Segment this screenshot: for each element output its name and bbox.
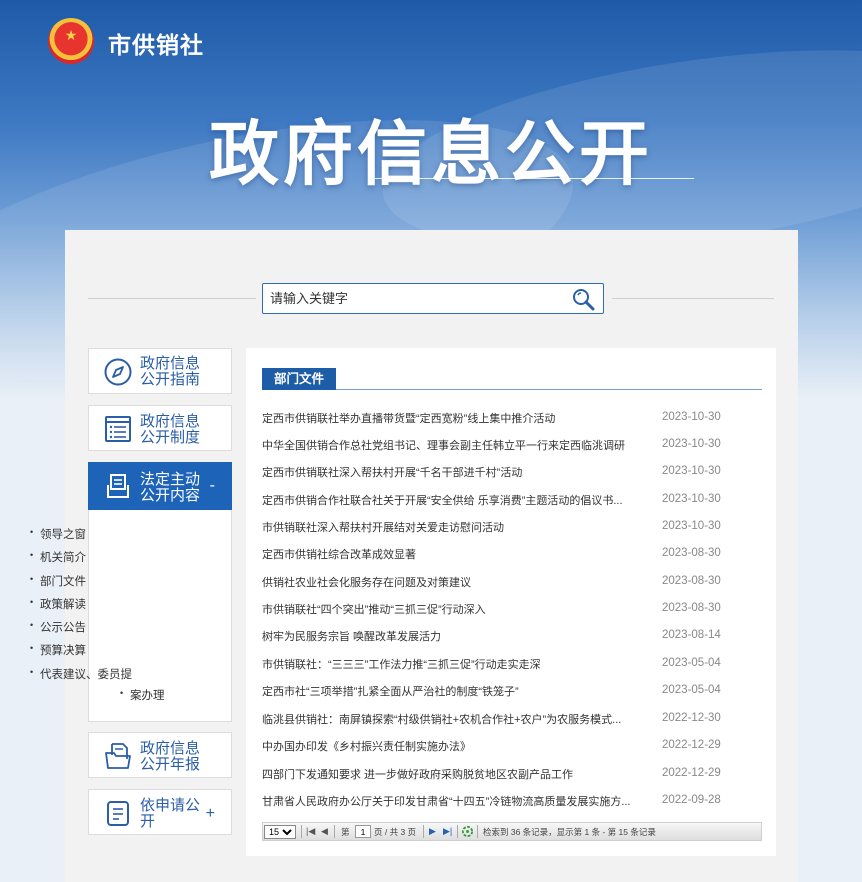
article-date: 2023-08-30 <box>662 547 721 559</box>
nav-label: 公开内容 <box>140 487 201 504</box>
article-date: 2023-05-04 <box>662 684 721 696</box>
nav-label: 依申请公 <box>140 797 201 814</box>
article-title[interactable]: 树牢为民服务宗旨 唤醒改革发展活力 <box>262 628 634 644</box>
article-date: 2022-09-28 <box>662 794 721 806</box>
article-date: 2022-12-30 <box>662 712 721 724</box>
next-page-icon[interactable]: ▶ <box>429 826 436 837</box>
expand-icon[interactable]: + <box>206 805 215 823</box>
nav-label: 公开指南 <box>140 371 201 388</box>
sub-item-dept-docs[interactable]: 部门文件 <box>30 573 86 589</box>
pager-separator <box>477 825 478 838</box>
article-title[interactable]: 定西市供销合作社联合社关于开展“安全供给 乐享消费”主题活动的倡议书... <box>262 492 634 508</box>
article-date: 2023-05-04 <box>662 657 721 669</box>
pager-separator <box>457 825 458 838</box>
site-name: 市供销社 <box>108 32 204 58</box>
sub-item-leadership[interactable]: 领导之窗 <box>30 526 86 542</box>
envelope-document-icon <box>107 474 129 498</box>
pager-separator <box>301 825 302 838</box>
article-title[interactable]: 市供销联社：“三三三”工作法力推“三抓三促”行动走实走深 <box>262 656 634 672</box>
first-page-icon[interactable]: |◀ <box>306 826 315 837</box>
section-title: 部门文件 <box>262 368 336 390</box>
nav-label: 公开制度 <box>140 429 201 446</box>
article-date: 2022-12-29 <box>662 739 721 751</box>
nav-label: 开 <box>140 813 156 830</box>
nav-label: 法定主动 <box>140 471 201 488</box>
article-date: 2023-08-14 <box>662 629 721 641</box>
folder-document-icon <box>105 743 131 769</box>
sub-item-proposals[interactable]: 代表建议、委员提 <box>30 666 132 682</box>
article-title[interactable]: 临洮县供销社：南屏镇探索“村级供销社+农机合作社+农户”为农服务模式... <box>262 711 634 727</box>
section-divider <box>262 389 762 390</box>
article-title[interactable]: 中办国办印发《乡村振兴责任制实施办法》 <box>262 738 634 754</box>
prev-page-icon[interactable]: ◀ <box>321 826 328 837</box>
last-page-icon[interactable]: ▶| <box>443 826 452 837</box>
clipboard-icon <box>107 801 129 826</box>
nav-label: 政府信息 <box>140 740 201 757</box>
pagination-bar: 15 |◀ ◀ 第 页 / 共 3 页 ▶ ▶| 检索到 36 条记录，显示第 … <box>262 822 762 841</box>
page-label: 第 <box>341 827 350 837</box>
search-divider-right <box>612 298 774 299</box>
nav-label: 公开年报 <box>140 756 201 773</box>
sub-item-proposals-cont[interactable]: 案办理 <box>120 687 164 703</box>
article-date: 2023-10-30 <box>662 465 721 477</box>
article-title[interactable]: 定西市社“三项举措”扎紧全面从严治社的制度“铁笼子” <box>262 683 634 699</box>
hero-title: 政府信息公开 <box>209 115 653 193</box>
article-date: 2023-08-30 <box>662 575 721 587</box>
search-icon[interactable] <box>571 287 595 311</box>
sub-item-announcements[interactable]: 公示公告 <box>30 619 86 635</box>
document-list-icon <box>105 416 131 442</box>
nav-apply-disclosure[interactable]: 依申请公 开 + <box>88 789 232 835</box>
article-title[interactable]: 定西市供销社综合改革成效显著 <box>262 546 634 562</box>
article-title[interactable]: 供销社农业社会化服务存在问题及对策建议 <box>262 574 634 590</box>
hero-divider <box>368 178 694 179</box>
article-date: 2023-10-30 <box>662 411 721 423</box>
nav-statutory-disclosure[interactable]: 法定主动 公开内容 - <box>88 462 232 510</box>
article-title[interactable]: 中华全国供销合作总社党组书记、理事会副主任韩立平一行来定西临洮调研 <box>262 437 634 453</box>
page-size-select[interactable]: 15 <box>264 825 296 839</box>
article-title[interactable]: 市供销联社“四个突出”推动“三抓三促”行动深入 <box>262 601 634 617</box>
compass-icon <box>104 358 132 386</box>
article-title[interactable]: 定西市供销联社深入帮扶村开展“千名干部进千村”活动 <box>262 464 634 480</box>
article-date: 2023-10-30 <box>662 520 721 532</box>
nav-label: 政府信息 <box>140 355 201 372</box>
page-number-input[interactable] <box>355 825 371 838</box>
article-title[interactable]: 市供销联社深入帮扶村开展结对关爱走访慰问活动 <box>262 519 634 535</box>
article-date: 2023-08-30 <box>662 602 721 614</box>
article-title[interactable]: 四部门下发通知要求 进一步做好政府采购脱贫地区农副产品工作 <box>262 766 634 782</box>
sub-item-policy-interpretation[interactable]: 政策解读 <box>30 596 86 612</box>
search-box <box>262 283 604 314</box>
record-status: 检索到 36 条记录，显示第 1 条 - 第 15 条记录 <box>483 827 656 837</box>
nav-annual-report[interactable]: 政府信息 公开年报 <box>88 732 232 778</box>
pager-separator <box>334 825 335 838</box>
article-date: 2023-10-30 <box>662 438 721 450</box>
page-total-label: 页 / 共 3 页 <box>374 827 417 837</box>
refresh-icon[interactable] <box>461 825 474 838</box>
sub-item-budget[interactable]: 预算决算 <box>30 642 86 658</box>
pager-separator <box>423 825 424 838</box>
article-title[interactable]: 甘肃省人民政府办公厅关于印发甘肃省“十四五”冷链物流高质量发展实施方... <box>262 793 634 809</box>
collapse-icon[interactable]: - <box>210 477 215 495</box>
nav-disclosure-guide[interactable]: 政府信息 公开指南 <box>88 348 232 394</box>
search-input[interactable] <box>263 284 563 313</box>
national-emblem-icon: ★ <box>48 18 94 64</box>
nav-label: 政府信息 <box>140 413 201 430</box>
search-divider-left <box>88 298 256 299</box>
sub-item-agency-intro[interactable]: 机关简介 <box>30 549 86 565</box>
article-date: 2023-10-30 <box>662 493 721 505</box>
article-title[interactable]: 定西市供销联社举办直播带货暨“定西宽粉”线上集中推介活动 <box>262 410 634 426</box>
article-date: 2022-12-29 <box>662 767 721 779</box>
nav-disclosure-system[interactable]: 政府信息 公开制度 <box>88 405 232 451</box>
